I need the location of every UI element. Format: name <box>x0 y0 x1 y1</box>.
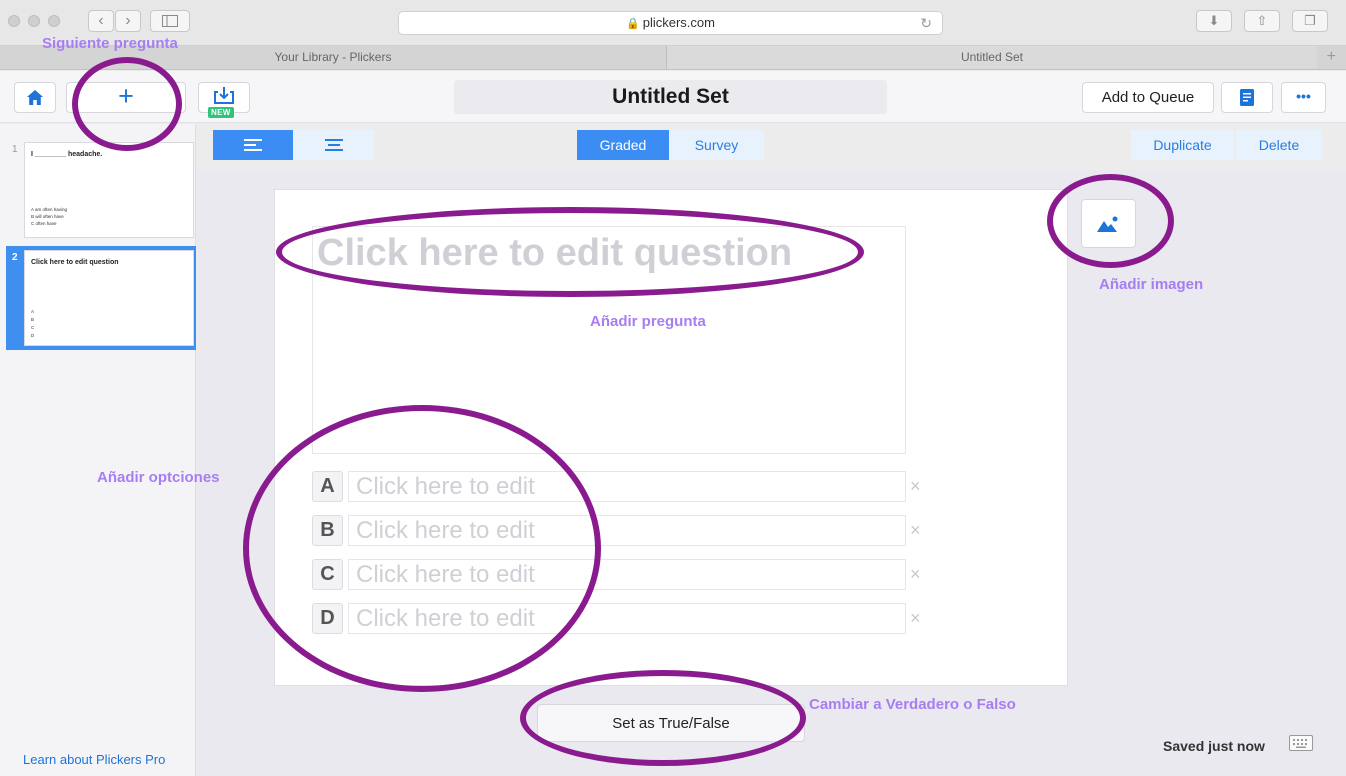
document-button[interactable] <box>1221 82 1273 113</box>
slide-option: B will often have <box>31 214 64 219</box>
keyboard-icon <box>1293 739 1307 748</box>
remove-choice-c-icon[interactable]: × <box>910 559 921 590</box>
duplicate-button[interactable]: Duplicate <box>1131 130 1234 160</box>
remove-choice-d-icon[interactable]: × <box>910 603 921 634</box>
slide-option: B <box>31 317 35 322</box>
slide-preview: Click here to edit question A B C D <box>24 250 194 346</box>
annotation-add-question: Añadir pregunta <box>590 313 706 330</box>
slide-thumbnail-2[interactable]: 2 Click here to edit question A B C D <box>6 246 196 350</box>
annotation-ring-question <box>276 207 864 297</box>
align-left-button[interactable] <box>213 130 293 160</box>
delete-button[interactable]: Delete <box>1236 130 1322 160</box>
new-tab-button[interactable]: + <box>1327 46 1336 68</box>
annotation-ring-options <box>243 405 601 692</box>
annotation-ring-true-false <box>520 670 806 766</box>
align-left-icon <box>244 139 262 151</box>
tabs-overview-button[interactable]: ❐ <box>1292 10 1328 32</box>
slide-option: A <box>31 309 35 314</box>
annotation-ring-image <box>1047 174 1174 268</box>
slide-option: C <box>31 325 35 330</box>
set-title[interactable]: Untitled Set <box>454 80 887 114</box>
slide-option: D <box>31 333 35 338</box>
slide-number: 1 <box>12 144 18 155</box>
slide-question: I ________ headache. <box>31 151 103 158</box>
slide-thumbnail-1[interactable]: 1 I ________ headache. A am often having… <box>6 138 196 242</box>
app-toolbar: + NEW Untitled Set Add to Queue ••• <box>0 71 1346 123</box>
more-icon: ••• <box>1296 88 1311 104</box>
download-icon: ⬇ <box>1208 13 1220 28</box>
add-to-queue-button[interactable]: Add to Queue <box>1082 82 1214 113</box>
home-icon <box>27 90 43 105</box>
align-center-icon <box>324 139 343 151</box>
tab-label: Your Library - Plickers <box>274 50 392 64</box>
slide-number: 2 <box>12 252 18 263</box>
annotation-ring-add-question <box>72 57 182 151</box>
address-bar[interactable]: 🔒 plickers.com ↻ <box>398 11 943 35</box>
tab-untitled-set[interactable]: Untitled Set <box>667 46 1317 69</box>
slide-question: Click here to edit question <box>31 259 119 266</box>
remove-choice-a-icon[interactable]: × <box>910 471 921 502</box>
tabs-icon: ❐ <box>1304 13 1316 28</box>
import-icon <box>214 87 234 104</box>
learn-plickers-pro-link[interactable]: Learn about Plickers Pro <box>23 752 165 767</box>
slide-option: A am often having <box>31 207 68 212</box>
share-button[interactable]: ⇧ <box>1244 10 1280 32</box>
home-button[interactable] <box>14 82 56 113</box>
back-button[interactable]: ‹ <box>88 10 114 32</box>
annotation-add-image: Añadir imagen <box>1099 276 1204 293</box>
new-badge: NEW <box>208 107 234 118</box>
url-text: plickers.com <box>642 15 715 30</box>
window-minimize-button[interactable] <box>28 15 40 27</box>
annotation-next-question: Siguiente pregunta <box>42 35 178 52</box>
save-status: Saved just now <box>1163 738 1265 754</box>
tab-label: Untitled Set <box>960 50 1024 64</box>
keyboard-shortcuts-icon[interactable] <box>1289 735 1313 751</box>
tab-bar: Your Library - Plickers Untitled Set + <box>0 46 1346 70</box>
align-center-button[interactable] <box>293 130 374 160</box>
slide-preview: I ________ headache. A am often having B… <box>24 142 194 238</box>
survey-mode-button[interactable]: Survey <box>669 130 764 160</box>
share-icon: ⇧ <box>1256 13 1268 28</box>
window-zoom-button[interactable] <box>48 15 60 27</box>
slide-option: C often have <box>31 221 57 226</box>
lock-icon: 🔒 <box>626 18 640 30</box>
annotation-true-false: Cambiar a Verdadero o Falso <box>809 696 1016 713</box>
remove-choice-b-icon[interactable]: × <box>910 515 921 546</box>
window-close-button[interactable] <box>8 15 20 27</box>
document-icon <box>1240 89 1254 106</box>
browser-chrome: ‹ › 🔒 plickers.com ↻ ⬇ ⇧ ❐ <box>0 0 1346 46</box>
sidebar-toggle-icon <box>162 15 178 27</box>
downloads-button[interactable]: ⬇ <box>1196 10 1232 32</box>
forward-button[interactable]: › <box>115 10 141 32</box>
reload-icon[interactable]: ↻ <box>920 12 932 34</box>
annotation-add-options: Añadir optciones <box>97 469 220 486</box>
more-options-button[interactable]: ••• <box>1281 82 1326 113</box>
sidebar-toggle-button[interactable] <box>150 10 190 32</box>
graded-mode-button[interactable]: Graded <box>577 130 669 160</box>
